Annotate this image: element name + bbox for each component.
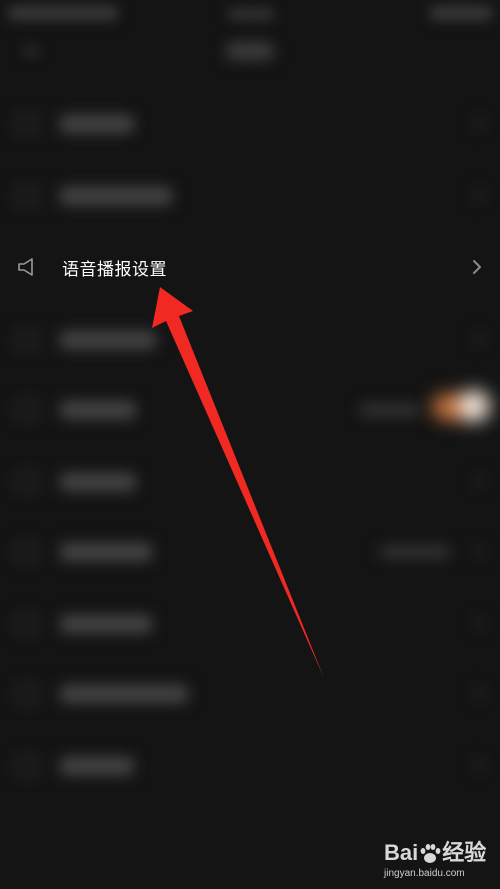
settings-item-blurred[interactable] [0,380,500,440]
status-bar [0,0,500,36]
voice-broadcast-settings-item[interactable]: 语音播报设置 [0,238,500,298]
toggle-switch[interactable] [428,384,490,430]
setting-icon [16,400,38,420]
chevron-right-icon [467,756,485,774]
settings-item-blurred[interactable] [0,94,500,154]
settings-item-value-blurred [380,546,450,558]
toggle-knob [458,390,490,422]
setting-icon [16,472,38,492]
watermark-url: jingyan.baidu.com [384,868,465,879]
settings-item-blurred[interactable] [0,452,500,512]
watermark-brand: Bai [384,840,419,865]
setting-icon [16,542,38,562]
chevron-right-icon [467,330,485,348]
baidu-jingyan-watermark: Bai 经验 jingyan.baidu.com [384,838,496,884]
back-icon[interactable] [24,46,38,56]
settings-item-blurred[interactable] [0,736,500,796]
chevron-right-icon [467,542,485,560]
voice-broadcast-settings-label: 语音播报设置 [62,260,167,280]
settings-item-value-blurred [360,404,420,416]
settings-item-blurred[interactable] [0,664,500,724]
settings-item-label-blurred [60,685,188,703]
chevron-right-icon [467,614,485,632]
setting-icon [16,114,38,134]
settings-item-blurred[interactable] [0,594,500,654]
settings-item-label-blurred [60,115,134,133]
settings-item-blurred[interactable] [0,310,500,370]
settings-item-label-blurred [60,187,172,205]
chevron-right-icon [473,260,481,274]
chevron-right-icon [467,472,485,490]
setting-icon [16,614,38,634]
status-bar-left-blurred [8,6,118,20]
watermark-logo: Bai 经验 [384,838,486,868]
settings-item-blurred[interactable] [0,166,500,226]
settings-item-label-blurred [60,473,136,491]
setting-icon [16,684,38,704]
setting-icon [16,186,38,206]
settings-item-label-blurred [60,757,134,775]
chevron-right-icon [467,186,485,204]
settings-item-label-blurred [60,615,152,633]
status-bar-right-blurred [430,6,492,20]
chevron-right-icon [467,684,485,702]
settings-item-blurred[interactable] [0,522,500,582]
settings-item-label-blurred [60,401,136,419]
page-title-blurred [226,42,274,60]
setting-icon [16,756,38,776]
paw-icon [420,844,441,864]
status-bar-center-blurred [228,8,274,20]
settings-item-label-blurred [60,331,156,349]
watermark-brand-suffix: 经验 [442,840,487,865]
speaker-icon [18,258,33,276]
settings-item-label-blurred [60,543,152,561]
setting-icon [16,330,38,350]
chevron-right-icon [467,114,485,132]
